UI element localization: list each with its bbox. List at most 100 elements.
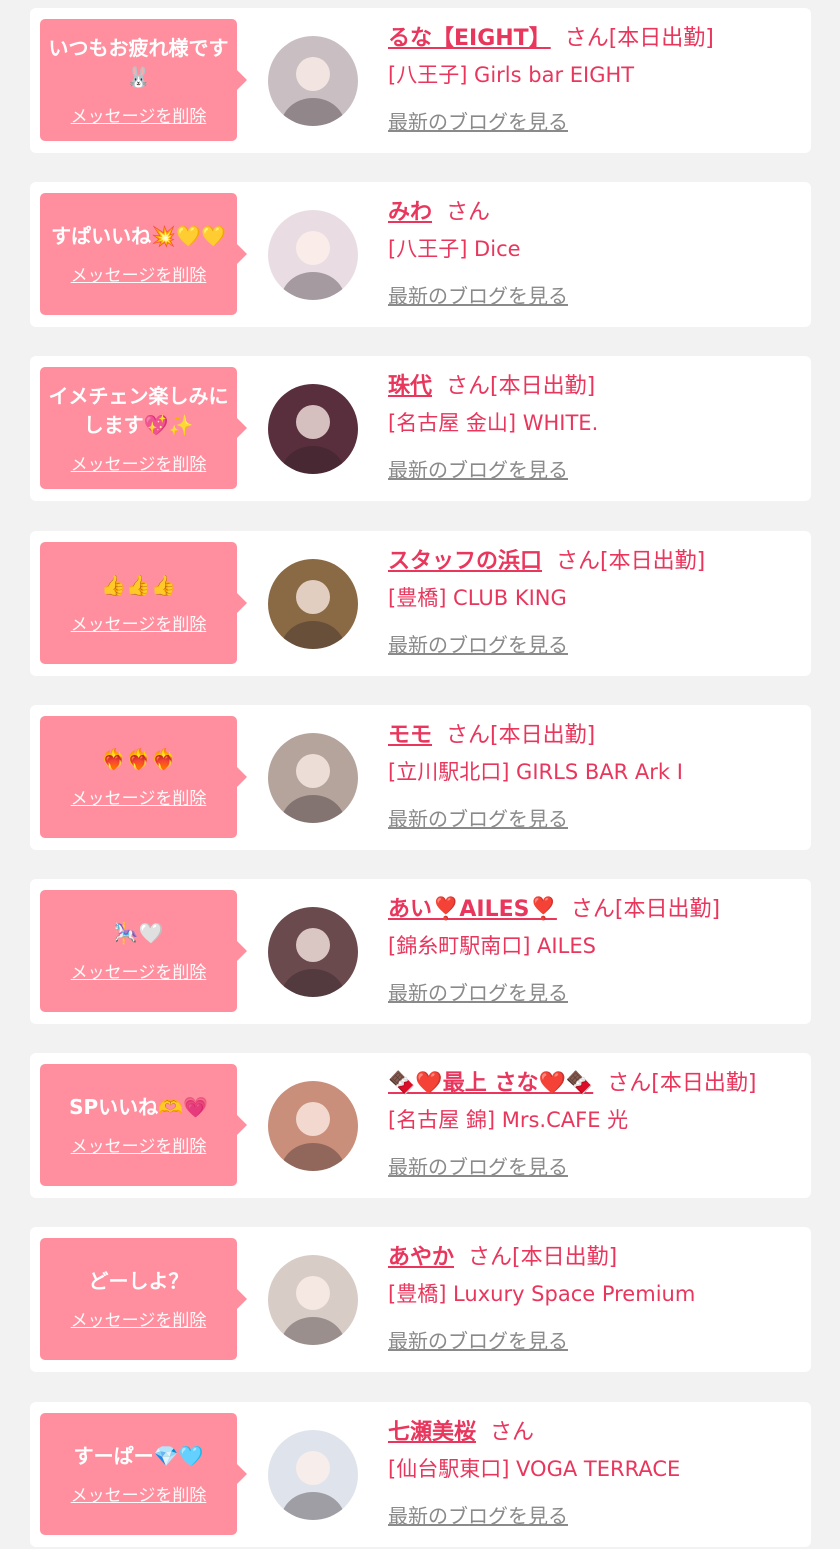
avatar-body-shape [281, 272, 345, 301]
cast-name-link[interactable]: みわ [388, 200, 432, 225]
name-row: るな【EIGHT】 さん[本日出勤] [388, 22, 801, 56]
avatar-head-shape [296, 579, 330, 614]
shop-label: [八王子] Girls bar EIGHT [388, 63, 635, 87]
latest-blog-link[interactable]: 最新のブログを見る [388, 803, 568, 832]
delete-message-link[interactable]: メッセージを削除 [71, 784, 207, 809]
latest-blog-link[interactable]: 最新のブログを見る [388, 629, 568, 658]
avatar-photo [281, 1450, 345, 1520]
cast-name-link[interactable]: 🍫❤️最上 さな❤️🍫 [388, 1071, 593, 1096]
message-bubble: すぱいいね💥💛💛 メッセージを削除 [40, 193, 247, 316]
name-row: あやか さん[本日出勤] [388, 1241, 801, 1275]
message-text: SPいいね🫶💗 [69, 1095, 208, 1120]
shop-label: [錦糸町駅南口] AILES [388, 934, 596, 958]
cast-name-link[interactable]: モモ [388, 723, 432, 748]
cast-name-link[interactable]: あい❣️AILES❣️ [388, 897, 557, 922]
honorific: さん [468, 1245, 513, 1271]
avatar-body-shape [281, 98, 345, 126]
avatar[interactable] [268, 1429, 358, 1520]
avatar-body-shape [281, 620, 345, 649]
message-bubble: すーぱー💎🩵 メッセージを削除 [40, 1412, 247, 1535]
cast-name-link[interactable]: 珠代 [388, 374, 432, 399]
avatar-body-shape [281, 1143, 345, 1172]
latest-blog-link[interactable]: 最新のブログを見る [388, 1500, 568, 1529]
message-card: 🎠🤍 メッセージを削除 あい❣️AILES❣️ さん[本日出勤] [錦糸町駅南口]… [30, 879, 811, 1024]
delete-message-link[interactable]: メッセージを削除 [71, 1481, 207, 1506]
avatar[interactable] [268, 210, 358, 301]
shop-label: [八王子] Dice [388, 237, 521, 262]
avatar-head-shape [296, 1450, 330, 1485]
latest-blog-link[interactable]: 最新のブログを見る [388, 454, 568, 483]
delete-message-link[interactable]: メッセージを削除 [71, 261, 207, 286]
latest-blog-link[interactable]: 最新のブログを見る [388, 106, 568, 135]
message-card: どーしよ？ メッセージを削除 あやか さん[本日出勤] [豊橋] Luxury S… [30, 1227, 811, 1373]
avatar-head-shape [296, 1276, 330, 1311]
honorific: さん [446, 200, 491, 226]
message-card: SPいいね🫶💗 メッセージを削除 🍫❤️最上 さな❤️🍫 さん[本日出勤] [名古… [30, 1053, 811, 1199]
message-card: すぱいいね💥💛💛 メッセージを削除 みわ さん [八王子] Dice 最新のブログ… [30, 182, 811, 328]
status-label: [本日出勤] [614, 897, 721, 922]
delete-message-link[interactable]: メッセージを削除 [71, 450, 207, 475]
avatar-head-shape [296, 753, 330, 788]
message-bubble: SPいいね🫶💗 メッセージを削除 [40, 1064, 247, 1187]
name-row: あい❣️AILES❣️ さん[本日出勤] [388, 893, 801, 927]
honorific: さん [570, 897, 615, 922]
message-card: すーぱー💎🩵 メッセージを削除 七瀬美桜 さん [仙台駅東口] VOGA TERR… [30, 1401, 811, 1547]
cast-name-link[interactable]: あやか [388, 1245, 454, 1270]
latest-blog-link[interactable]: 最新のブログを見る [388, 1325, 568, 1354]
latest-blog-link[interactable]: 最新のブログを見る [388, 280, 568, 309]
delete-message-link[interactable]: メッセージを削除 [71, 1132, 207, 1157]
shop-label: [名古屋 金山] WHITE. [388, 411, 599, 436]
profile-info: 珠代 さん[本日出勤] [名古屋 金山] WHITE. 最新のブログを見る [388, 370, 801, 483]
avatar[interactable] [268, 732, 358, 823]
status-label: [本日出勤] [600, 548, 706, 574]
profile-info: あい❣️AILES❣️ さん[本日出勤] [錦糸町駅南口] AILES 最新のブロ… [388, 893, 801, 1006]
delete-message-link[interactable]: メッセージを削除 [71, 958, 207, 983]
message-bubble: どーしよ？ メッセージを削除 [40, 1238, 247, 1361]
name-row: モモ さん[本日出勤] [388, 719, 801, 753]
avatar[interactable] [268, 1255, 358, 1346]
name-row: スタッフの浜口 さん[本日出勤] [388, 545, 801, 579]
cast-name-link[interactable]: 七瀬美桜 [388, 1420, 476, 1445]
avatar-photo [281, 57, 345, 126]
cast-name-link[interactable]: スタッフの浜口 [388, 549, 542, 574]
avatar-head-shape [296, 1102, 330, 1137]
name-row: みわ さん [388, 196, 801, 230]
message-text: ❤️‍🔥❤️‍🔥❤️‍🔥 [101, 746, 176, 771]
profile-info: るな【EIGHT】 さん[本日出勤] [八王子] Girls bar EIGHT … [388, 22, 801, 135]
status-label: [本日出勤] [608, 26, 714, 51]
shop-label: [立川駅北口] GIRLS BAR Ark I [388, 759, 683, 784]
avatar[interactable] [268, 907, 358, 997]
avatar-photo [281, 753, 345, 823]
honorific: さん [564, 26, 609, 51]
avatar-head-shape [296, 57, 330, 91]
status-label: [本日出勤] [490, 722, 596, 748]
avatar-body-shape [281, 446, 345, 475]
honorific: さん [556, 548, 601, 574]
delete-message-link[interactable]: メッセージを削除 [71, 102, 207, 127]
shop-label: [豊橋] CLUB KING [388, 585, 567, 610]
honorific: さん [446, 374, 491, 400]
message-card: 👍👍👍 メッセージを削除 スタッフの浜口 さん[本日出勤] [豊橋] CLUB K… [30, 530, 811, 676]
status-label: [本日出勤] [490, 374, 596, 400]
shop-label: [仙台駅東口] VOGA TERRACE [388, 1456, 681, 1481]
cast-name-link[interactable]: るな【EIGHT】 [388, 26, 551, 51]
message-bubble: いつもお疲れ様です🐰 メッセージを削除 [40, 19, 247, 141]
profile-info: みわ さん [八王子] Dice 最新のブログを見る [388, 196, 801, 309]
delete-message-link[interactable]: メッセージを削除 [71, 1306, 207, 1331]
message-text: すーぱー💎🩵 [73, 1443, 204, 1468]
delete-message-link[interactable]: メッセージを削除 [71, 610, 207, 635]
avatar[interactable] [268, 1081, 358, 1172]
avatar-body-shape [281, 1317, 345, 1346]
avatar-head-shape [296, 231, 330, 266]
status-label: [本日出勤] [651, 1071, 757, 1097]
honorific: さん [607, 1071, 652, 1097]
shop-label: [名古屋 錦] Mrs.CAFE 光 [388, 1108, 629, 1133]
latest-blog-link[interactable]: 最新のブログを見る [388, 1151, 568, 1180]
avatar[interactable] [268, 36, 358, 126]
message-text: 👍👍👍 [101, 572, 176, 597]
avatar-head-shape [296, 928, 330, 962]
profile-info: あやか さん[本日出勤] [豊橋] Luxury Space Premium 最新… [388, 1241, 801, 1354]
avatar[interactable] [268, 384, 358, 475]
avatar[interactable] [268, 558, 358, 649]
latest-blog-link[interactable]: 最新のブログを見る [388, 977, 568, 1006]
